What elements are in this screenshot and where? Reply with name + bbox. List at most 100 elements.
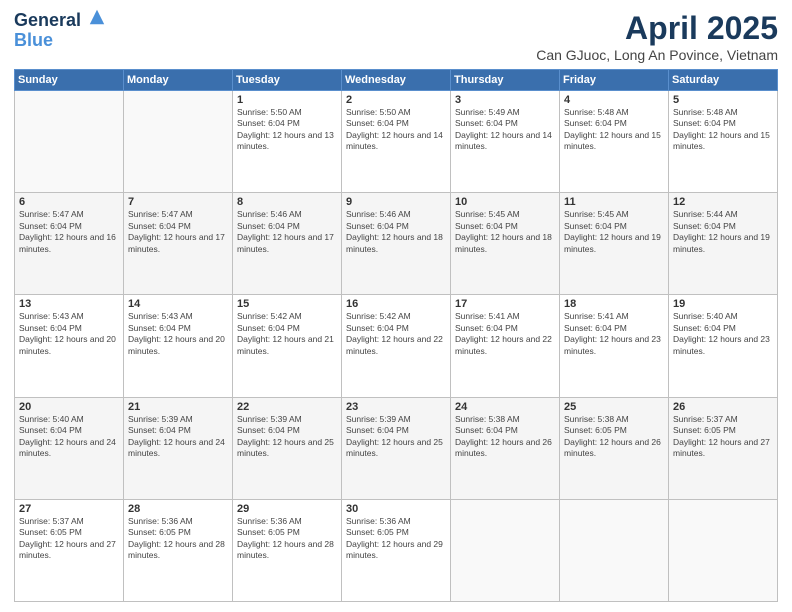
day-number: 10 [455, 196, 555, 208]
weekday-header-monday: Monday [124, 70, 233, 91]
day-info: Sunrise: 5:41 AMSunset: 6:04 PMDaylight:… [455, 311, 555, 357]
calendar-cell: 17Sunrise: 5:41 AMSunset: 6:04 PMDayligh… [451, 295, 560, 397]
calendar-cell: 21Sunrise: 5:39 AMSunset: 6:04 PMDayligh… [124, 397, 233, 499]
calendar-body: 1Sunrise: 5:50 AMSunset: 6:04 PMDaylight… [15, 91, 778, 602]
page: General Blue April 2025 Can GJuoc, Long … [0, 0, 792, 612]
logo-text: General Blue [14, 10, 106, 51]
weekday-header-row: SundayMondayTuesdayWednesdayThursdayFrid… [15, 70, 778, 91]
day-info: Sunrise: 5:45 AMSunset: 6:04 PMDaylight:… [564, 209, 664, 255]
calendar-title: April 2025 [536, 10, 778, 47]
calendar-cell: 28Sunrise: 5:36 AMSunset: 6:05 PMDayligh… [124, 499, 233, 601]
logo-icon [88, 8, 106, 26]
weekday-header-tuesday: Tuesday [233, 70, 342, 91]
weekday-header-friday: Friday [560, 70, 669, 91]
day-number: 8 [237, 196, 337, 208]
calendar-cell: 4Sunrise: 5:48 AMSunset: 6:04 PMDaylight… [560, 91, 669, 193]
week-row-3: 13Sunrise: 5:43 AMSunset: 6:04 PMDayligh… [15, 295, 778, 397]
calendar-cell: 1Sunrise: 5:50 AMSunset: 6:04 PMDaylight… [233, 91, 342, 193]
day-number: 19 [673, 298, 773, 310]
day-info: Sunrise: 5:50 AMSunset: 6:04 PMDaylight:… [237, 107, 337, 153]
day-number: 23 [346, 401, 446, 413]
day-number: 9 [346, 196, 446, 208]
week-row-1: 1Sunrise: 5:50 AMSunset: 6:04 PMDaylight… [15, 91, 778, 193]
day-number: 11 [564, 196, 664, 208]
day-info: Sunrise: 5:43 AMSunset: 6:04 PMDaylight:… [128, 311, 228, 357]
calendar-cell: 5Sunrise: 5:48 AMSunset: 6:04 PMDaylight… [669, 91, 778, 193]
day-number: 15 [237, 298, 337, 310]
calendar-subtitle: Can GJuoc, Long An Povince, Vietnam [536, 47, 778, 63]
calendar-cell: 22Sunrise: 5:39 AMSunset: 6:04 PMDayligh… [233, 397, 342, 499]
calendar-cell: 11Sunrise: 5:45 AMSunset: 6:04 PMDayligh… [560, 193, 669, 295]
calendar-cell: 2Sunrise: 5:50 AMSunset: 6:04 PMDaylight… [342, 91, 451, 193]
calendar-cell: 6Sunrise: 5:47 AMSunset: 6:04 PMDaylight… [15, 193, 124, 295]
day-info: Sunrise: 5:38 AMSunset: 6:05 PMDaylight:… [564, 414, 664, 460]
day-number: 29 [237, 503, 337, 515]
week-row-5: 27Sunrise: 5:37 AMSunset: 6:05 PMDayligh… [15, 499, 778, 601]
day-info: Sunrise: 5:48 AMSunset: 6:04 PMDaylight:… [564, 107, 664, 153]
weekday-header-wednesday: Wednesday [342, 70, 451, 91]
calendar-cell: 19Sunrise: 5:40 AMSunset: 6:04 PMDayligh… [669, 295, 778, 397]
day-info: Sunrise: 5:48 AMSunset: 6:04 PMDaylight:… [673, 107, 773, 153]
day-info: Sunrise: 5:50 AMSunset: 6:04 PMDaylight:… [346, 107, 446, 153]
day-number: 5 [673, 94, 773, 106]
day-number: 1 [237, 94, 337, 106]
day-info: Sunrise: 5:45 AMSunset: 6:04 PMDaylight:… [455, 209, 555, 255]
calendar-cell: 29Sunrise: 5:36 AMSunset: 6:05 PMDayligh… [233, 499, 342, 601]
day-info: Sunrise: 5:39 AMSunset: 6:04 PMDaylight:… [237, 414, 337, 460]
day-number: 6 [19, 196, 119, 208]
weekday-header-sunday: Sunday [15, 70, 124, 91]
calendar-cell [15, 91, 124, 193]
calendar-cell: 24Sunrise: 5:38 AMSunset: 6:04 PMDayligh… [451, 397, 560, 499]
day-info: Sunrise: 5:46 AMSunset: 6:04 PMDaylight:… [237, 209, 337, 255]
day-number: 7 [128, 196, 228, 208]
day-info: Sunrise: 5:36 AMSunset: 6:05 PMDaylight:… [128, 516, 228, 562]
calendar-cell: 20Sunrise: 5:40 AMSunset: 6:04 PMDayligh… [15, 397, 124, 499]
day-number: 13 [19, 298, 119, 310]
day-number: 20 [19, 401, 119, 413]
day-number: 25 [564, 401, 664, 413]
weekday-header-saturday: Saturday [669, 70, 778, 91]
calendar-cell [669, 499, 778, 601]
calendar-cell: 12Sunrise: 5:44 AMSunset: 6:04 PMDayligh… [669, 193, 778, 295]
title-area: April 2025 Can GJuoc, Long An Povince, V… [536, 10, 778, 63]
calendar-cell [560, 499, 669, 601]
day-info: Sunrise: 5:43 AMSunset: 6:04 PMDaylight:… [19, 311, 119, 357]
calendar-cell: 14Sunrise: 5:43 AMSunset: 6:04 PMDayligh… [124, 295, 233, 397]
calendar-cell: 30Sunrise: 5:36 AMSunset: 6:05 PMDayligh… [342, 499, 451, 601]
logo: General Blue [14, 10, 106, 51]
day-info: Sunrise: 5:39 AMSunset: 6:04 PMDaylight:… [346, 414, 446, 460]
day-info: Sunrise: 5:41 AMSunset: 6:04 PMDaylight:… [564, 311, 664, 357]
calendar-cell [451, 499, 560, 601]
day-info: Sunrise: 5:36 AMSunset: 6:05 PMDaylight:… [237, 516, 337, 562]
week-row-2: 6Sunrise: 5:47 AMSunset: 6:04 PMDaylight… [15, 193, 778, 295]
day-number: 17 [455, 298, 555, 310]
calendar-cell: 7Sunrise: 5:47 AMSunset: 6:04 PMDaylight… [124, 193, 233, 295]
weekday-header-thursday: Thursday [451, 70, 560, 91]
calendar-cell: 15Sunrise: 5:42 AMSunset: 6:04 PMDayligh… [233, 295, 342, 397]
day-number: 30 [346, 503, 446, 515]
day-number: 3 [455, 94, 555, 106]
calendar-table: SundayMondayTuesdayWednesdayThursdayFrid… [14, 69, 778, 602]
day-info: Sunrise: 5:40 AMSunset: 6:04 PMDaylight:… [673, 311, 773, 357]
calendar-cell: 9Sunrise: 5:46 AMSunset: 6:04 PMDaylight… [342, 193, 451, 295]
calendar-cell [124, 91, 233, 193]
day-number: 18 [564, 298, 664, 310]
day-info: Sunrise: 5:47 AMSunset: 6:04 PMDaylight:… [19, 209, 119, 255]
calendar-cell: 16Sunrise: 5:42 AMSunset: 6:04 PMDayligh… [342, 295, 451, 397]
day-number: 24 [455, 401, 555, 413]
day-number: 16 [346, 298, 446, 310]
day-info: Sunrise: 5:42 AMSunset: 6:04 PMDaylight:… [346, 311, 446, 357]
logo-blue: Blue [14, 31, 106, 51]
day-info: Sunrise: 5:36 AMSunset: 6:05 PMDaylight:… [346, 516, 446, 562]
day-info: Sunrise: 5:42 AMSunset: 6:04 PMDaylight:… [237, 311, 337, 357]
day-info: Sunrise: 5:39 AMSunset: 6:04 PMDaylight:… [128, 414, 228, 460]
day-info: Sunrise: 5:38 AMSunset: 6:04 PMDaylight:… [455, 414, 555, 460]
day-number: 27 [19, 503, 119, 515]
day-number: 14 [128, 298, 228, 310]
day-number: 22 [237, 401, 337, 413]
calendar-cell: 23Sunrise: 5:39 AMSunset: 6:04 PMDayligh… [342, 397, 451, 499]
header: General Blue April 2025 Can GJuoc, Long … [14, 10, 778, 63]
day-number: 26 [673, 401, 773, 413]
day-number: 12 [673, 196, 773, 208]
day-info: Sunrise: 5:44 AMSunset: 6:04 PMDaylight:… [673, 209, 773, 255]
